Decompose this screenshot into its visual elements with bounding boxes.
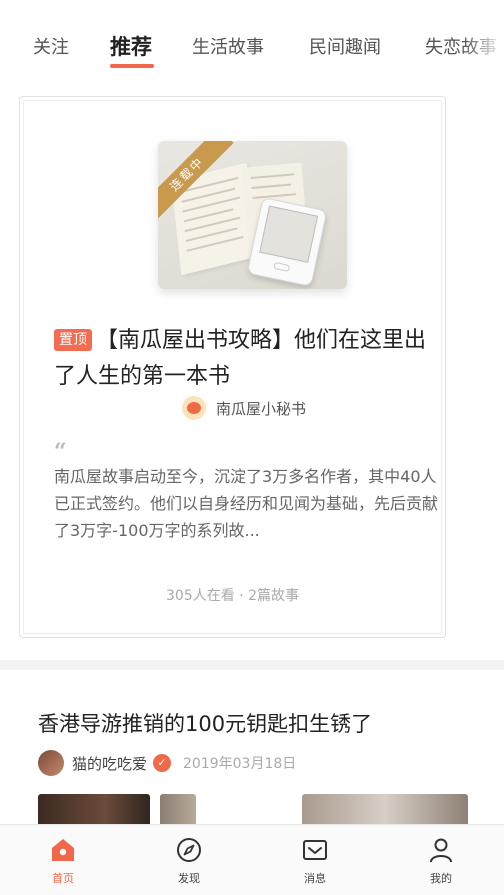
pumpkin-avatar-icon: [182, 396, 206, 420]
ereader-screen: [259, 205, 319, 263]
section-divider: [0, 660, 504, 670]
article-thumbnails: [38, 794, 468, 824]
compass-icon: [177, 838, 201, 862]
top-tab-bar: 关注 推荐 生活故事 民间趣闻 失恋故事: [0, 0, 504, 78]
home-icon: [52, 839, 74, 861]
author-name: 南瓜屋小秘书: [216, 399, 307, 418]
thumbnail-image-2[interactable]: [160, 794, 196, 824]
bottom-navigation-bar: 首页 发现 消息 我的: [0, 824, 504, 895]
nav-profile-label: 我的: [430, 872, 452, 885]
thumbnail-image-3[interactable]: [302, 794, 468, 824]
pinned-badge: 置顶: [54, 329, 92, 351]
nav-profile[interactable]: 我的: [411, 835, 471, 886]
tab-life-stories[interactable]: 生活故事: [192, 33, 264, 59]
article-date: 2019年03月18日: [183, 756, 297, 772]
nav-home-label: 首页: [52, 872, 74, 885]
nav-messages-label: 消息: [304, 872, 326, 885]
quote-icon: “: [54, 439, 67, 465]
nav-messages[interactable]: 消息: [285, 835, 345, 886]
nav-discover-label: 发现: [178, 872, 200, 885]
featured-excerpt: 南瓜屋故事启动至今，沉淀了3万多名作者，其中40人已正式签约。他们以自身经历和见…: [54, 467, 439, 540]
thumbnail-image-1[interactable]: [38, 794, 150, 824]
featured-stats: 305人在看 · 2篇故事: [166, 588, 299, 604]
nav-home[interactable]: 首页: [33, 835, 93, 886]
tab-recommend[interactable]: 推荐: [110, 31, 152, 61]
avatar[interactable]: [38, 750, 64, 776]
featured-author[interactable]: 南瓜屋小秘书: [182, 395, 306, 421]
mail-icon: [303, 840, 327, 860]
article-meta: 猫的吃吃爱 ✓ 2019年03月18日: [38, 750, 296, 776]
ereader-button: [273, 261, 291, 273]
nav-discover[interactable]: 发现: [159, 835, 219, 886]
tab-folk-tales[interactable]: 民间趣闻: [309, 33, 381, 59]
active-tab-indicator: [110, 64, 154, 68]
article-title[interactable]: 香港导游推销的100元钥匙扣生锈了: [38, 708, 372, 738]
story-cover-image[interactable]: 连载中: [158, 141, 347, 289]
verified-badge-icon: ✓: [153, 754, 172, 772]
user-icon: [430, 838, 452, 863]
article-author[interactable]: 猫的吃吃爱: [72, 753, 147, 774]
tab-follow[interactable]: 关注: [33, 33, 69, 59]
featured-title[interactable]: 置顶 【南瓜屋出书攻略】他们在这里出了人生的第一本书: [54, 323, 434, 395]
featured-title-text: 【南瓜屋出书攻略】他们在这里出了人生的第一本书: [54, 328, 427, 389]
featured-story-card[interactable]: 连载中 置顶 【南瓜屋出书攻略】他们在这里出了人生的第一本书 南瓜屋小秘书 “ 南…: [19, 96, 446, 638]
tab-scroll-fade: [464, 20, 504, 70]
